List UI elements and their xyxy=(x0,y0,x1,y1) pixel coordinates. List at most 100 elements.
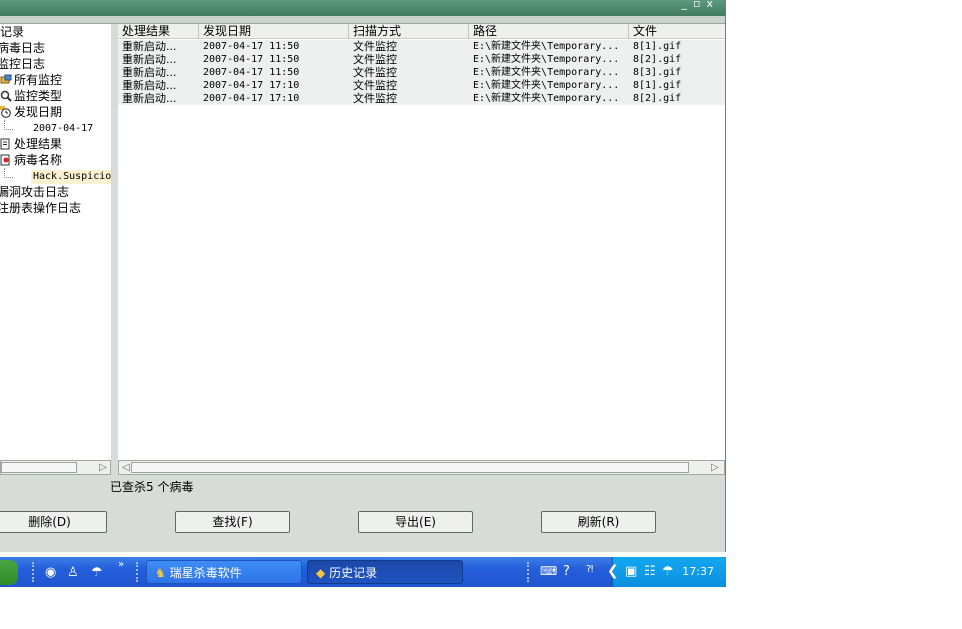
cell-date: 2007-04-17 17:10 xyxy=(203,93,300,104)
tree-item-label: 病毒名称 xyxy=(14,153,63,167)
scroll-thumb[interactable] xyxy=(1,462,77,473)
scroll-right-icon[interactable]: ▷ xyxy=(99,462,107,473)
toolbar-band xyxy=(0,16,725,24)
cell-date: 2007-04-17 11:50 xyxy=(203,41,300,52)
tree-connector xyxy=(4,120,13,130)
chevron-left-icon[interactable]: ❮ xyxy=(607,563,619,579)
toolbar-grip[interactable] xyxy=(527,562,532,582)
task-history[interactable]: ◆ 历史记录 xyxy=(307,560,463,584)
table-row[interactable]: 重新启动... 2007-04-17 17:10 文件监控 E:\新建文件夹\T… xyxy=(118,92,725,105)
virus-icon xyxy=(0,154,10,166)
cell-result: 重新启动... xyxy=(122,40,177,53)
column-header-scan-method[interactable]: 扫描方式 xyxy=(349,24,469,38)
cell-scan-method: 文件监控 xyxy=(353,53,397,66)
column-header-file[interactable]: 文件 xyxy=(629,24,725,38)
cell-path: E:\新建文件夹\Temporary... xyxy=(473,80,620,91)
cell-result: 重新启动... xyxy=(122,53,177,66)
tree-item-all-monitor[interactable]: 所有监控 xyxy=(0,73,62,87)
tree-item-registry-log[interactable]: 注册表操作日志 xyxy=(0,201,81,215)
find-button[interactable]: 查找(F) xyxy=(175,511,290,533)
cell-file: 8[1].gif xyxy=(633,80,682,91)
tree-item-exploit-log[interactable]: 漏洞攻击日志 xyxy=(0,185,69,199)
cell-date: 2007-04-17 11:50 xyxy=(203,54,300,65)
cell-file: 8[1].gif xyxy=(633,41,682,52)
refresh-button[interactable]: 刷新(R) xyxy=(541,511,656,533)
table-row[interactable]: 重新启动... 2007-04-17 11:50 文件监控 E:\新建文件夹\T… xyxy=(118,40,725,53)
tree-item-label: 处理结果 xyxy=(14,137,63,151)
tree-hscrollbar[interactable]: ▷ xyxy=(0,460,111,475)
window-controls: _▫x xyxy=(682,0,719,10)
cell-scan-method: 文件监控 xyxy=(353,40,397,53)
media-player-icon[interactable]: ◉ xyxy=(45,565,56,580)
cell-scan-method: 文件监控 xyxy=(353,79,397,92)
help-icon[interactable]: ? xyxy=(563,564,570,579)
document-icon xyxy=(0,138,10,150)
toolbar-grip[interactable] xyxy=(32,562,37,582)
column-header-path[interactable]: 路径 xyxy=(469,24,629,38)
tree-item-label: 发现日期 xyxy=(14,105,63,119)
delete-button[interactable]: 删除(D) xyxy=(0,511,107,533)
task-label: 历史记录 xyxy=(329,566,378,580)
history-list[interactable]: 处理结果 发现日期 扫描方式 路径 文件 重新启动... 2007-04-17 … xyxy=(118,24,725,460)
clock: 17:37 xyxy=(682,565,714,578)
log-tree[interactable]: 记录 病毒日志 监控日志 所有监控 监控类型 发现日期 2007-04-17 处… xyxy=(0,24,112,460)
tree-item-result[interactable]: 处理结果 xyxy=(0,137,62,151)
task-label: 瑞星杀毒软件 xyxy=(169,566,242,580)
tree-connector xyxy=(4,168,13,178)
network-icon[interactable]: ▣ xyxy=(625,564,637,579)
cell-result: 重新启动... xyxy=(122,66,177,79)
rising-app-icon: ♞ xyxy=(155,566,166,580)
start-button[interactable] xyxy=(0,560,18,585)
scroll-right-icon[interactable]: ▷ xyxy=(711,462,719,473)
column-header-result[interactable]: 处理结果 xyxy=(118,24,199,38)
cell-date: 2007-04-17 17:10 xyxy=(203,80,300,91)
tree-item-label: 所有监控 xyxy=(14,73,63,87)
splitter[interactable] xyxy=(111,24,118,476)
close-button[interactable]: x xyxy=(706,0,719,10)
toolbar-grip[interactable] xyxy=(136,562,141,582)
cell-path: E:\新建文件夹\Temporary... xyxy=(473,41,620,52)
title-bar: _▫x xyxy=(0,0,725,16)
tree-item-monitor-log[interactable]: 监控日志 xyxy=(0,57,45,71)
taskbar: ◉ ♙ ☂ » ♞ 瑞星杀毒软件 ◆ 历史记录 ⌨ ? ⁈ ❮ ▣ ☷ ☂ 17… xyxy=(0,557,726,587)
table-row[interactable]: 重新启动... 2007-04-17 11:50 文件监控 E:\新建文件夹\T… xyxy=(118,66,725,79)
cell-file: 8[3].gif xyxy=(633,67,682,78)
history-window: _▫x 记录 病毒日志 监控日志 所有监控 监控类型 发现日期 2007-04-… xyxy=(0,0,726,552)
tree-item-found-date[interactable]: 发现日期 xyxy=(0,105,62,119)
tree-item-virus-log[interactable]: 病毒日志 xyxy=(0,41,45,55)
task-rising-antivirus[interactable]: ♞ 瑞星杀毒软件 xyxy=(146,560,302,584)
scroll-left-icon[interactable]: ◁ xyxy=(122,462,130,473)
status-text: 已查杀5 个病毒 xyxy=(110,480,194,494)
tree-item-virus-name[interactable]: 病毒名称 xyxy=(0,153,62,167)
scroll-thumb[interactable] xyxy=(131,462,689,473)
language-icon[interactable]: ⁈ xyxy=(586,564,593,575)
umbrella-icon[interactable]: ☂ xyxy=(91,565,103,580)
tree-item-hack-suspicio[interactable]: Hack.Suspicio xyxy=(31,170,111,184)
minimize-button[interactable]: _ xyxy=(682,0,694,10)
cell-result: 重新启动... xyxy=(122,92,177,105)
table-row[interactable]: 重新启动... 2007-04-17 17:10 文件监控 E:\新建文件夹\T… xyxy=(118,79,725,92)
table-row[interactable]: 重新启动... 2007-04-17 11:50 文件监控 E:\新建文件夹\T… xyxy=(118,53,725,66)
keyboard-icon[interactable]: ⌨ xyxy=(540,564,557,578)
cell-result: 重新启动... xyxy=(122,79,177,92)
restore-button[interactable]: ▫ xyxy=(693,0,706,10)
cell-file: 8[2].gif xyxy=(633,54,682,65)
system-tray: ❮ ▣ ☷ ☂ 17:37 xyxy=(607,557,726,587)
clock-icon xyxy=(0,106,11,118)
tree-item-monitor-type[interactable]: 监控类型 xyxy=(0,89,62,103)
tree-item-records[interactable]: 记录 xyxy=(0,25,24,39)
cell-date: 2007-04-17 11:50 xyxy=(203,67,300,78)
cell-file: 8[2].gif xyxy=(633,93,682,104)
chevron-more-icon[interactable]: » xyxy=(118,559,124,570)
antivirus-tray-icon[interactable]: ☷ xyxy=(644,564,656,579)
export-button[interactable]: 导出(E) xyxy=(358,511,473,533)
tree-item-date-leaf[interactable]: 2007-04-17 xyxy=(33,122,93,136)
cell-scan-method: 文件监控 xyxy=(353,66,397,79)
umbrella-tray-icon[interactable]: ☂ xyxy=(662,564,674,579)
list-hscrollbar[interactable]: ◁ ▷ xyxy=(118,460,725,475)
tree-item-label: 监控类型 xyxy=(14,89,63,103)
quicklaunch-app-icon[interactable]: ♙ xyxy=(67,565,79,580)
column-header-date[interactable]: 发现日期 xyxy=(199,24,349,38)
list-header: 处理结果 发现日期 扫描方式 路径 文件 xyxy=(118,24,725,39)
cell-path: E:\新建文件夹\Temporary... xyxy=(473,67,620,78)
